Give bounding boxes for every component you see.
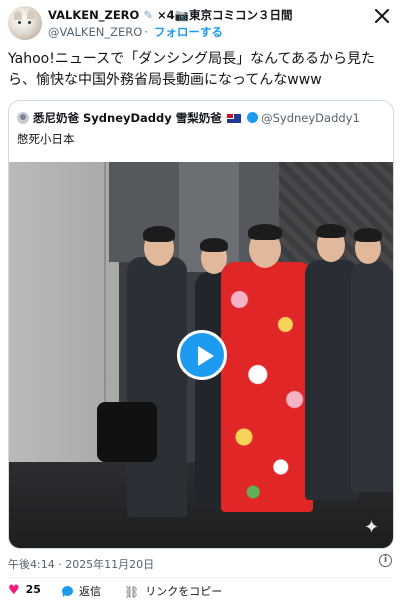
separator-dot: ·	[144, 25, 148, 39]
reply-label: 返信	[79, 585, 101, 598]
quote-text: 憋死小日本	[17, 132, 75, 146]
bag	[97, 402, 157, 462]
reply-button[interactable]: 返信	[62, 583, 101, 599]
author-name[interactable]: VALKEN_ZERO ✎ ×4📷東京コミコン３日間	[48, 7, 292, 23]
timestamp[interactable]: 午後4:14 · 2025年11月20日	[8, 556, 154, 572]
author-name-suffix: 東京コミコン３日間	[188, 8, 293, 22]
pen-icon: ✎	[139, 8, 157, 22]
camera-icon: 📷	[174, 8, 189, 22]
author-display-name: VALKEN_ZERO	[48, 8, 140, 22]
australia-flag-icon	[227, 114, 242, 123]
quote-header: 悉尼奶爸 SydneyDaddy 雪梨奶爸 @SydneyDaddy1	[17, 110, 360, 126]
sparkle-icon: ✦	[364, 517, 380, 538]
copy-link-label: リンクをコピー	[145, 585, 223, 598]
quote-author-handle: @SydneyDaddy1	[261, 111, 360, 125]
tweet-header: VALKEN_ZERO ✎ ×4📷東京コミコン３日間 @VALKEN_ZERO ·…	[0, 0, 400, 44]
follow-button[interactable]: フォローする	[154, 25, 223, 39]
video-person-floral	[221, 262, 313, 512]
x-logo-icon[interactable]	[374, 8, 390, 24]
quote-avatar	[17, 112, 29, 124]
quoted-tweet[interactable]: 悉尼奶爸 SydneyDaddy 雪梨奶爸 @SydneyDaddy1 憋死小日…	[8, 100, 394, 549]
play-icon[interactable]	[177, 330, 227, 380]
link-icon: ⛓	[124, 585, 140, 599]
video-player[interactable]: ✦	[9, 162, 393, 548]
copy-link-button[interactable]: ⛓ リンクをコピー	[124, 583, 222, 599]
heart-icon: ♥	[8, 583, 20, 598]
author-name-extra: ×4	[156, 8, 175, 22]
info-icon[interactable]: i	[379, 554, 392, 567]
verified-icon	[247, 112, 259, 123]
tweet-text: Yahoo!ニュースで「ダンシング局長」なんてあるから見たら、愉快な中国外務省局…	[8, 51, 375, 88]
reply-icon	[62, 586, 73, 597]
quote-author-name: 悉尼奶爸 SydneyDaddy 雪梨奶爸	[33, 111, 222, 125]
author-handle[interactable]: @VALKEN_ZERO	[48, 25, 142, 39]
video-person	[127, 257, 187, 517]
like-button[interactable]: ♥ 25	[8, 583, 41, 598]
action-bar: ♥ 25 返信 ⛓ リンクをコピー	[0, 583, 400, 601]
like-count: 25	[25, 583, 41, 596]
handle-row: @VALKEN_ZERO · フォローする	[48, 24, 223, 40]
avatar[interactable]	[8, 6, 42, 40]
divider	[8, 577, 392, 578]
